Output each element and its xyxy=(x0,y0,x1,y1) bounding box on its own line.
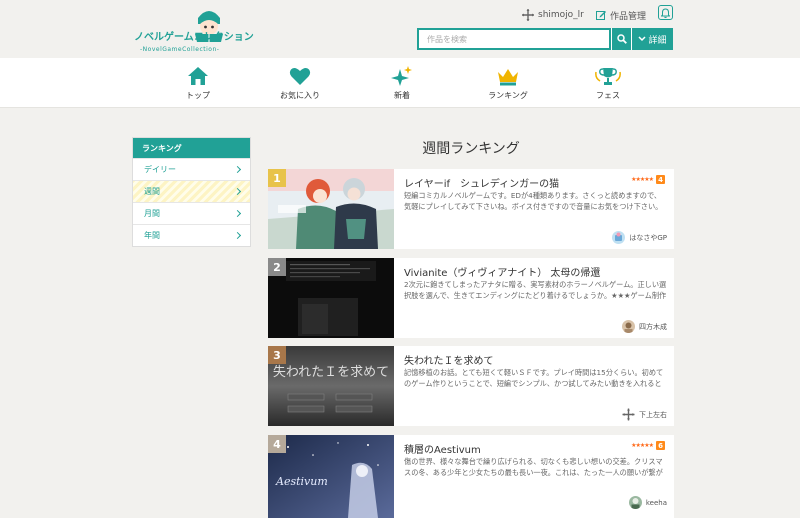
nav-new-label: 新着 xyxy=(394,91,410,100)
works-manage-link[interactable]: 作品管理 xyxy=(596,7,646,23)
username: shimojo_lr xyxy=(538,10,584,20)
bell-icon xyxy=(661,7,670,18)
default-avatar-icon xyxy=(622,408,635,421)
chevron-right-icon xyxy=(233,209,242,218)
header: ノベルゲームコレクション -NovelGameCollection- shimo… xyxy=(0,0,800,58)
chevron-right-icon xyxy=(233,231,242,240)
nav-fes-label: フェス xyxy=(596,91,620,100)
sidebar-item-label: 週間 xyxy=(144,187,160,196)
sparkle-icon xyxy=(391,66,412,86)
author-link[interactable]: 四方木成 xyxy=(622,320,667,333)
author-name: 下上左右 xyxy=(639,410,667,419)
author-link[interactable]: keeha xyxy=(628,496,667,509)
game-title[interactable]: Vivianite（ヴィヴィアナイト） 太母の帰還 xyxy=(404,264,600,279)
crown-icon xyxy=(498,69,518,86)
nav-new[interactable]: 新着 xyxy=(372,58,432,108)
user-menu[interactable]: shimojo_lr xyxy=(522,7,584,23)
author-avatar xyxy=(612,231,626,244)
search-icon xyxy=(616,34,627,44)
thumbnail-image: Aestivum xyxy=(268,435,394,518)
page-title: 週間ランキング xyxy=(422,141,520,157)
rank-badge: 3 xyxy=(268,346,286,364)
game-description: 短編コミカルノベルゲームです。EDが4種類あります。さくっと読めますので、気軽に… xyxy=(404,191,663,211)
game-title[interactable]: レイヤーif シュレディンガーの猫 xyxy=(404,175,559,190)
detail-search-button[interactable]: 詳細 xyxy=(631,28,673,50)
thumbnail-image: 失われたＩを求めて xyxy=(268,346,394,426)
home-icon xyxy=(188,67,208,85)
chevron-down-icon xyxy=(638,36,647,42)
author-avatar xyxy=(622,320,635,333)
rating-stars: ★★★★★ xyxy=(631,442,654,449)
default-avatar-icon xyxy=(522,9,534,21)
game-title[interactable]: 失われたＩを求めて xyxy=(404,352,494,367)
main-nav: トップ お気に入り 新着 ランキング フェス xyxy=(0,58,800,108)
author-link[interactable]: 下上左右 xyxy=(622,408,667,421)
search-button[interactable] xyxy=(611,28,631,50)
logo-subtitle: -NovelGameCollection- xyxy=(140,46,220,53)
game-description: 傷の世界、様々な舞台で繰り広げられる、切なくも悲しい想いの交差。クリスマスの冬、… xyxy=(404,457,663,477)
review-count-badge: 6 xyxy=(656,441,665,450)
rank-badge: 2 xyxy=(268,258,286,276)
svg-text:失われたＩを求めて: 失われたＩを求めて xyxy=(273,365,389,380)
nav-favorites-label: お気に入り xyxy=(280,91,320,100)
ranking-sidebar: ランキング デイリー 週間 月間 年間 xyxy=(132,137,251,247)
game-thumbnail[interactable]: Aestivum 4 xyxy=(268,435,394,518)
sidebar-item-label: 年間 xyxy=(144,231,160,240)
sidebar-item-yearly[interactable]: 年間 xyxy=(133,224,250,246)
review-count-badge: 4 xyxy=(656,175,665,184)
sidebar-item-label: デイリー xyxy=(144,165,176,174)
nav-ranking[interactable]: ランキング xyxy=(478,58,538,108)
ranking-card[interactable]: 1 レイヤーif シュレディンガーの猫 ★★★★★ 4 短編コミカルノベルゲーム… xyxy=(268,169,674,249)
author-name: はなさやGP xyxy=(629,233,667,242)
ranking-card[interactable]: 2 Vivianite（ヴィヴィアナイト） 太母の帰還 2次元に飽きてしまったア… xyxy=(268,258,674,338)
edit-icon xyxy=(596,11,606,20)
rank-badge: 1 xyxy=(268,169,286,187)
logo-title: ノベルゲームコレクション xyxy=(134,32,254,43)
sidebar-item-label: 月間 xyxy=(144,209,160,218)
sidebar-item-weekly[interactable]: 週間 xyxy=(133,180,250,202)
svg-text:Aestivum: Aestivum xyxy=(275,475,328,488)
game-title[interactable]: 積層のAestivum xyxy=(404,441,481,456)
sidebar-item-monthly[interactable]: 月間 xyxy=(133,202,250,224)
ranking-card[interactable]: Aestivum 4 積層のAestivum ★★★★★ 6 傷の世界、様々な舞… xyxy=(268,435,674,518)
ranking-card[interactable]: 失われたＩを求めて 3 失われたＩを求めて 記憶移植のお話。とても短くて軽いＳＦ… xyxy=(268,346,674,426)
author-avatar xyxy=(628,496,642,509)
game-description: 記憶移植のお話。とても短くて軽いＳＦです。プレイ時間は15分くらい。初めてのゲー… xyxy=(404,368,664,388)
game-thumbnail[interactable]: 失われたＩを求めて 3 xyxy=(268,346,394,426)
trophy-icon xyxy=(595,68,621,85)
nav-fes[interactable]: フェス xyxy=(578,58,638,108)
detail-label: 詳細 xyxy=(648,35,667,46)
notification-button[interactable] xyxy=(658,5,673,20)
sidebar-title: ランキング xyxy=(133,138,250,158)
thumbnail-image xyxy=(268,258,394,338)
chevron-right-icon xyxy=(233,165,242,174)
game-thumbnail[interactable]: 2 xyxy=(268,258,394,338)
search-input[interactable] xyxy=(417,28,611,50)
chevron-right-icon xyxy=(233,187,242,196)
nav-top[interactable]: トップ xyxy=(168,58,228,108)
site-logo[interactable]: ノベルゲームコレクション -NovelGameCollection- xyxy=(134,4,282,54)
nav-top-label: トップ xyxy=(186,91,210,100)
nav-ranking-label: ランキング xyxy=(488,91,528,100)
rating: ★★★★★ 4 xyxy=(631,175,665,184)
game-description: 2次元に飽きてしまったアナタに贈る、実写素材のホラーノベルゲーム。正しい選択肢を… xyxy=(404,280,667,300)
author-name: keeha xyxy=(645,498,667,507)
author-name: 四方木成 xyxy=(639,322,667,331)
search-bar: 詳細 xyxy=(417,28,673,50)
game-thumbnail[interactable]: 1 xyxy=(268,169,394,249)
rank-badge: 4 xyxy=(268,435,286,453)
heart-icon xyxy=(289,68,311,85)
rating: ★★★★★ 6 xyxy=(631,441,665,450)
works-manage-label: 作品管理 xyxy=(610,11,647,22)
nav-favorites[interactable]: お気に入り xyxy=(270,58,330,108)
author-link[interactable]: はなさやGP xyxy=(612,231,667,244)
rating-stars: ★★★★★ xyxy=(631,176,654,183)
thumbnail-image xyxy=(268,169,394,249)
sidebar-item-daily[interactable]: デイリー xyxy=(133,158,250,180)
